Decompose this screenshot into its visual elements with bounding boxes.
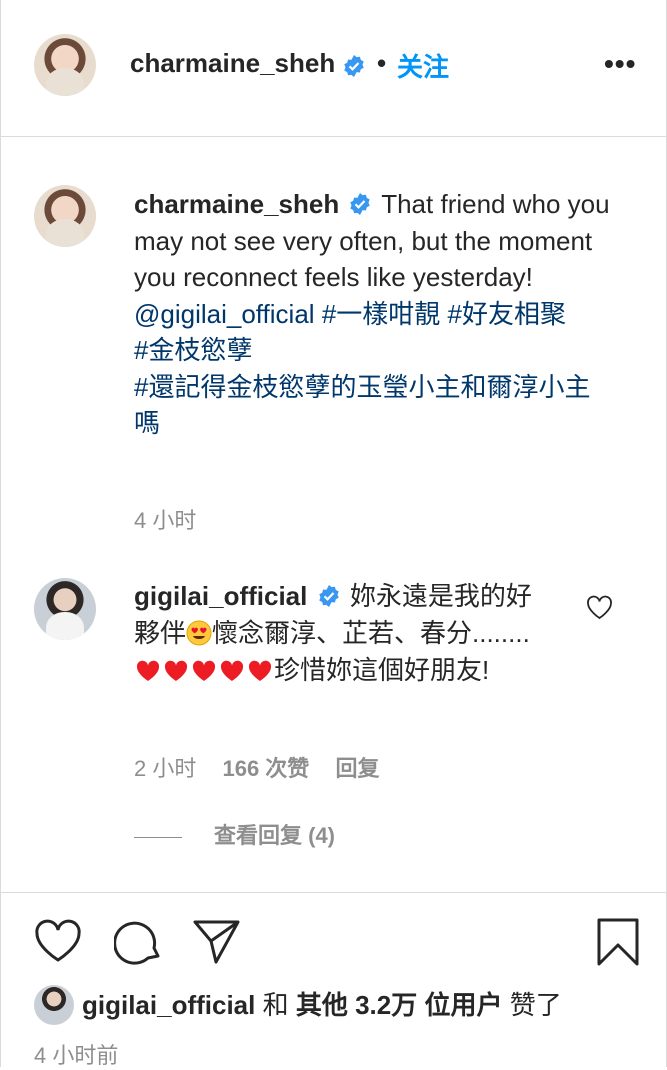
heart-eyes-emoji-icon bbox=[186, 620, 212, 646]
liker-username[interactable]: gigilai_official bbox=[82, 990, 255, 1020]
caption-timestamp[interactable]: 4 小时 bbox=[134, 503, 196, 535]
comment: gigilai_official 妳永遠是我的好夥伴 懷念爾淳、芷若、春分...… bbox=[134, 578, 554, 689]
red-heart-emoji-icon bbox=[136, 660, 160, 681]
header-separator: • bbox=[377, 48, 387, 78]
liker-avatar[interactable] bbox=[34, 985, 74, 1025]
comment-like-count[interactable]: 166 次赞 bbox=[222, 756, 309, 781]
verified-badge-icon bbox=[350, 193, 371, 215]
author-username[interactable]: charmaine_sheh bbox=[130, 48, 335, 79]
hashtag-link[interactable]: #一樣咁靚 bbox=[322, 299, 440, 329]
caption: charmaine_sheh That friend who you may n… bbox=[134, 186, 614, 442]
more-options-icon[interactable]: ••• bbox=[604, 48, 636, 80]
red-heart-emoji-icon bbox=[220, 660, 244, 681]
mention-link[interactable]: @gigilai_official bbox=[134, 299, 315, 329]
red-heart-emoji-icon bbox=[164, 660, 188, 681]
reply-button[interactable]: 回复 bbox=[335, 756, 379, 781]
hashtag-link[interactable]: #還記得金枝慾孽的玉瑩小主和爾淳小主嗎 bbox=[134, 372, 590, 439]
post-frame bbox=[0, 0, 667, 1067]
likes-suffix: 赞了 bbox=[509, 990, 562, 1020]
red-heart-emoji-icon bbox=[192, 660, 216, 681]
likes-and: 和 bbox=[262, 990, 289, 1020]
comment-meta: 2 小时 166 次赞 回复 bbox=[134, 751, 399, 783]
caption-avatar[interactable] bbox=[34, 185, 96, 247]
caption-username[interactable]: charmaine_sheh bbox=[134, 189, 339, 219]
view-replies-label[interactable]: 查看回复 (4) bbox=[214, 823, 335, 848]
comment-username[interactable]: gigilai_official bbox=[134, 581, 307, 611]
view-replies-button[interactable]: 查看回复 (4) bbox=[134, 818, 335, 850]
verified-badge-icon bbox=[344, 55, 364, 77]
commenter-avatar[interactable] bbox=[34, 578, 96, 640]
hashtag-link[interactable]: #金枝慾孽 bbox=[134, 335, 252, 365]
like-heart-icon[interactable] bbox=[34, 919, 82, 963]
likes-summary: gigilai_official 和 其他 3.2万 位用户 赞了 bbox=[82, 985, 562, 1022]
comment-text: 珍惜妳這個好朋友! bbox=[274, 655, 490, 685]
hashtag-link[interactable]: #好友相聚 bbox=[448, 299, 566, 329]
comment-bubble-icon[interactable] bbox=[114, 918, 164, 966]
verified-badge-icon bbox=[318, 585, 339, 607]
post-timestamp[interactable]: 4 小时前 bbox=[34, 1038, 118, 1070]
comment-like-heart-icon[interactable] bbox=[586, 595, 613, 620]
comment-text: 懷念爾淳、芷若、春分........ bbox=[212, 618, 530, 648]
follow-button[interactable]: 关注 bbox=[397, 47, 449, 84]
red-heart-emoji-icon bbox=[248, 660, 272, 681]
post-header: charmaine_sheh • 关注 ••• bbox=[0, 0, 667, 137]
save-bookmark-icon[interactable] bbox=[596, 917, 640, 967]
comment-timestamp[interactable]: 2 小时 bbox=[134, 756, 196, 781]
action-bar-divider bbox=[0, 892, 667, 893]
share-paper-plane-icon[interactable] bbox=[192, 918, 242, 966]
replies-divider-line bbox=[134, 836, 182, 838]
likes-others-link[interactable]: 其他 3.2万 位用户 bbox=[296, 990, 503, 1020]
author-avatar[interactable] bbox=[34, 34, 96, 96]
